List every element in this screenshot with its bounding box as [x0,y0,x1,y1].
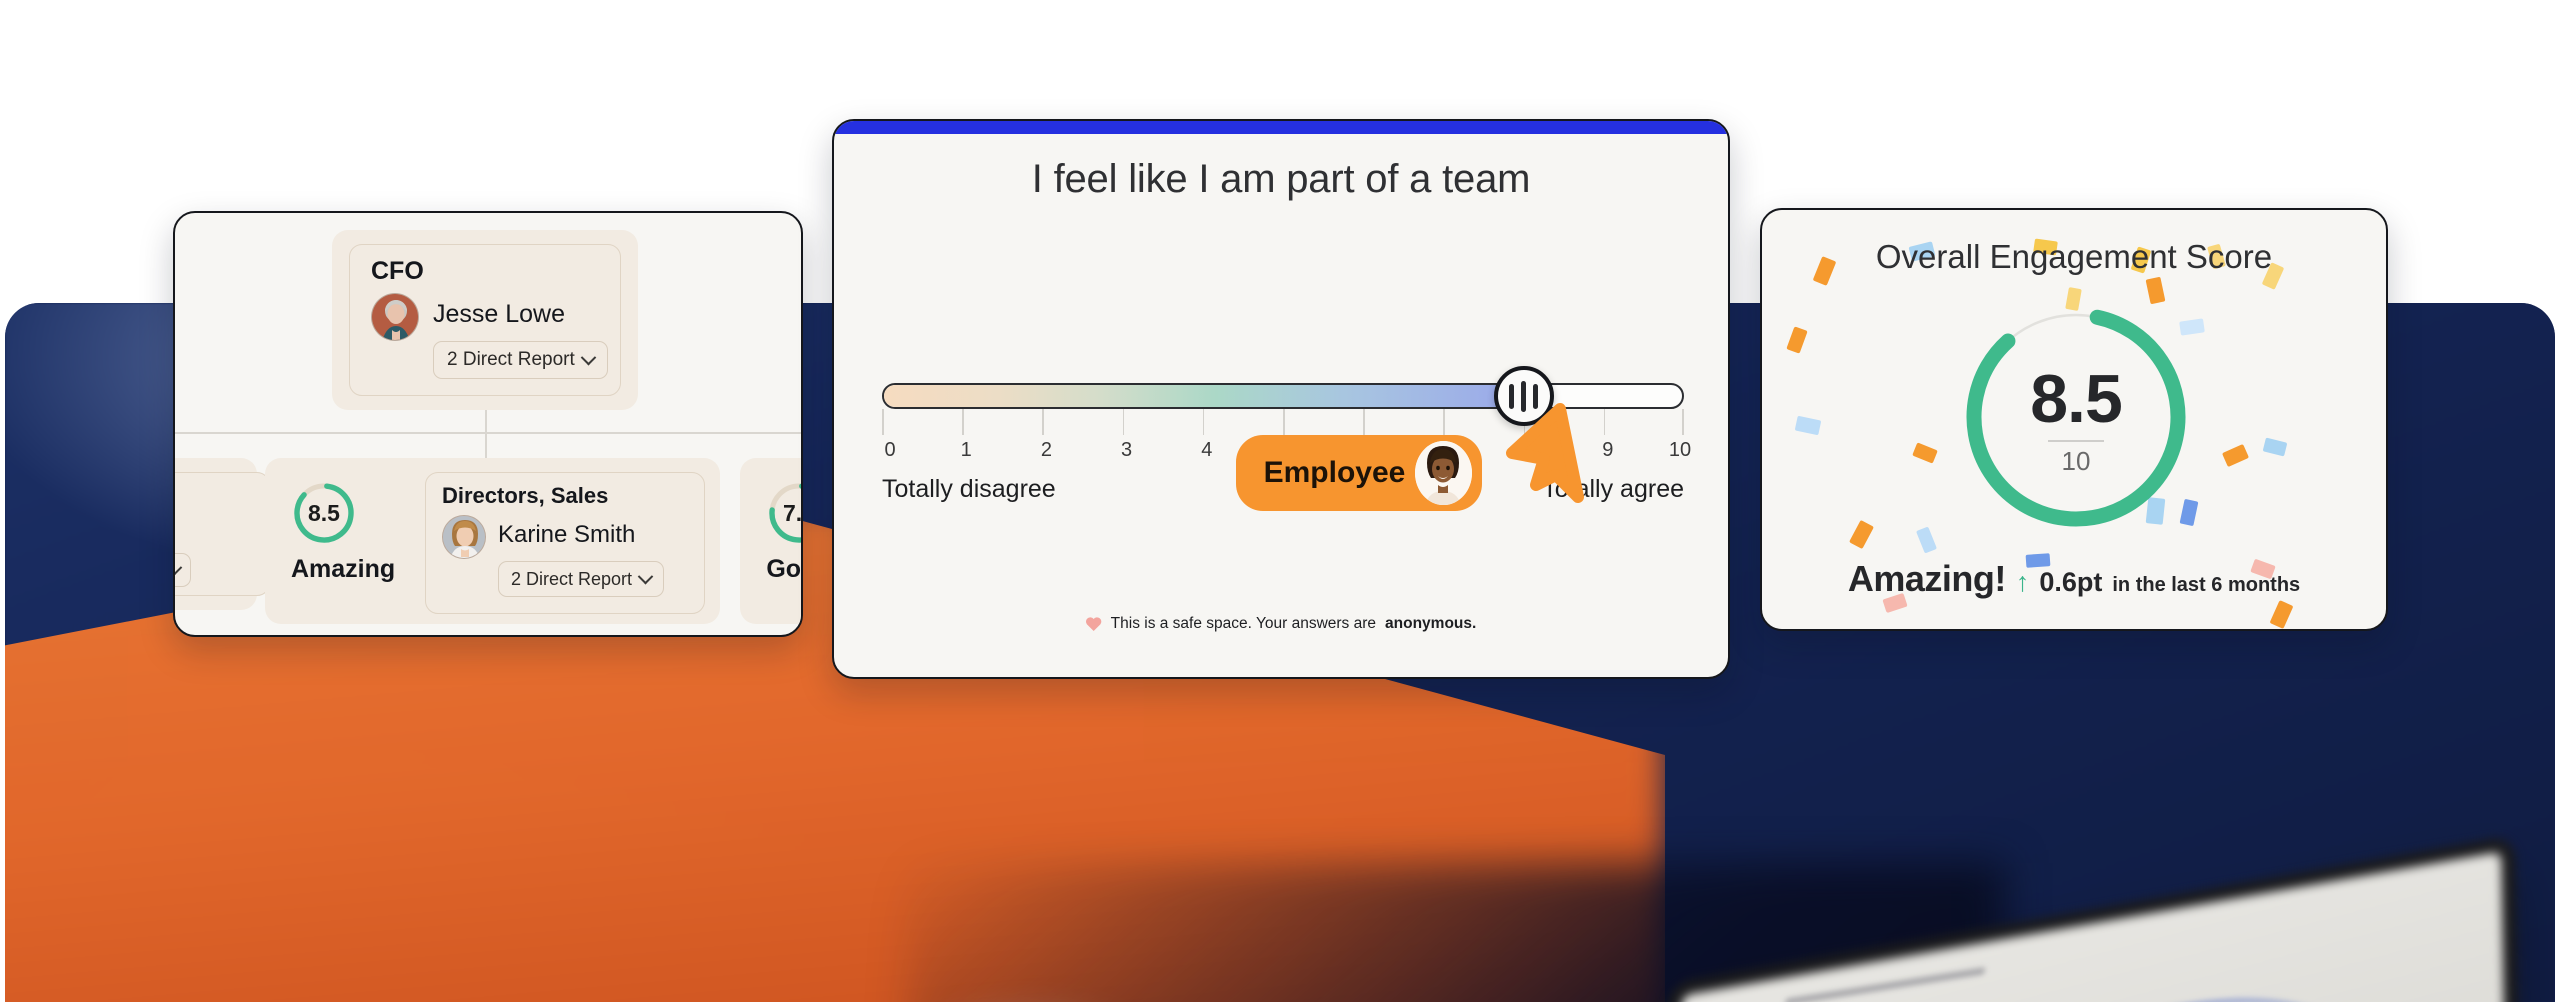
org-node-root[interactable]: CFO Jesse Lowe 2 Direct Report [332,230,638,410]
org-node-partial-left-body [175,472,270,596]
confetti-piece [2262,437,2288,457]
slider-label-left: Totally disagree [882,475,1056,503]
engagement-trend-delta: 0.6pt [2039,567,2103,597]
employee-badge-label: Employee [1263,456,1406,489]
org-node-root-reports-label: 2 Direct Report [447,349,575,370]
org-node-partial-right-score: 7.5 [783,499,803,526]
confetti-piece [1794,415,1822,436]
confetti-piece [1912,442,1938,464]
background-laptop [1385,851,2555,1002]
confetti-piece [1915,526,1938,554]
avatar-karine-smith [442,515,486,559]
org-node-root-role: CFO [371,257,424,285]
org-connector-vertical-child [485,432,487,458]
arrow-up-icon: ↑ [2015,567,2030,597]
org-node-partial-right[interactable]: 7.5 Good [740,458,803,624]
engagement-donut: 8.5 10 [1957,298,2195,536]
org-node-karine-reports-label: 2 Direct Report [511,568,633,589]
slider-tick-3: 3 [1121,439,1133,461]
employee-badge: Employee [1235,435,1483,511]
slider-tick-4: 4 [1201,439,1213,461]
survey-progress-bar [834,121,1728,134]
survey-safe-space-note: This is a safe space. Your answers are a… [834,615,1728,633]
confetti-piece [1849,519,1874,550]
org-node-karine-role: Directors, Sales [442,483,609,508]
org-node-karine-rating: Amazing [291,555,396,583]
confetti-piece [1786,326,1808,354]
chevron-down-icon [637,568,654,584]
engagement-rating: Amazing! [1847,558,2007,599]
org-node-karine-body: Directors, Sales Karine Smith 2 Direct R… [425,472,705,614]
slider-tick-1: 1 [960,439,972,461]
engagement-score-divider [2048,440,2104,442]
engagement-card-title: Overall Engagement Score [1875,238,2273,275]
org-node-root-body: CFO Jesse Lowe 2 Direct Report [349,244,621,396]
slider-tick-2: 2 [1040,439,1052,461]
org-node-partial-left-chip[interactable] [175,553,191,587]
safe-space-text: This is a safe space. Your answers are [1110,615,1377,632]
survey-slider[interactable]: 0 1 2 3 4 5 6 7 8 9 10 Totally disagree … [882,366,1691,563]
avatar-jesse-lowe [371,293,419,341]
cursor-arrow-icon [1505,403,1584,503]
org-connector-horizontal [175,432,801,434]
org-node-partial-right-score-ring: 7.5 [766,480,803,546]
org-node-root-name: Jesse Lowe [433,300,566,328]
survey-question: I feel like I am part of a team [1031,157,1531,201]
slider-tick-9: 9 [1602,439,1614,461]
org-node-karine[interactable]: 8.5 Amazing Directors, Sales Karine Smit… [265,458,720,624]
slider-tick-0: 0 [884,439,896,461]
engagement-score-value: 8.5 [2030,361,2123,437]
org-node-karine-score: 8.5 [308,499,340,526]
org-node-karine-score-ring: 8.5 [291,480,357,546]
org-node-karine-name: Karine Smith [498,521,636,548]
engagement-trend-period: in the last 6 months [2112,574,2301,596]
slider-tick-10: 10 [1668,439,1692,461]
org-connector-vertical-top [485,410,487,432]
slider-fill [884,385,1523,407]
confetti-piece [2221,443,2250,468]
avatar-employee [1415,441,1473,505]
org-chart-card: CFO Jesse Lowe 2 Direct Report 8.5 Amazi… [173,211,803,637]
safe-space-anonymous: anonymous. [1385,615,1477,632]
org-node-karine-reports-chip[interactable]: 2 Direct Report [498,561,665,597]
heart-icon [1086,616,1102,632]
engagement-score-card: Overall Engagement Score 8.5 10 Amazing!… [1760,208,2388,631]
confetti-piece [2269,600,2294,629]
org-chart-canvas: CFO Jesse Lowe 2 Direct Report 8.5 Amazi… [175,213,801,635]
org-node-root-reports-chip[interactable]: 2 Direct Report [433,341,608,379]
survey-card: I feel like I am part of a team 0 1 2 3 … [832,119,1730,679]
org-node-partial-right-rating: Good [766,555,802,583]
chevron-down-icon [175,559,183,575]
engagement-trend-row: Amazing! ↑ 0.6pt in the last 6 months [1762,558,2386,600]
chevron-down-icon [580,349,597,365]
org-node-partial-left[interactable] [175,458,270,610]
screenshot-root: CFO Jesse Lowe 2 Direct Report 8.5 Amazi… [0,0,2560,1002]
engagement-score-max: 10 [2061,446,2091,476]
